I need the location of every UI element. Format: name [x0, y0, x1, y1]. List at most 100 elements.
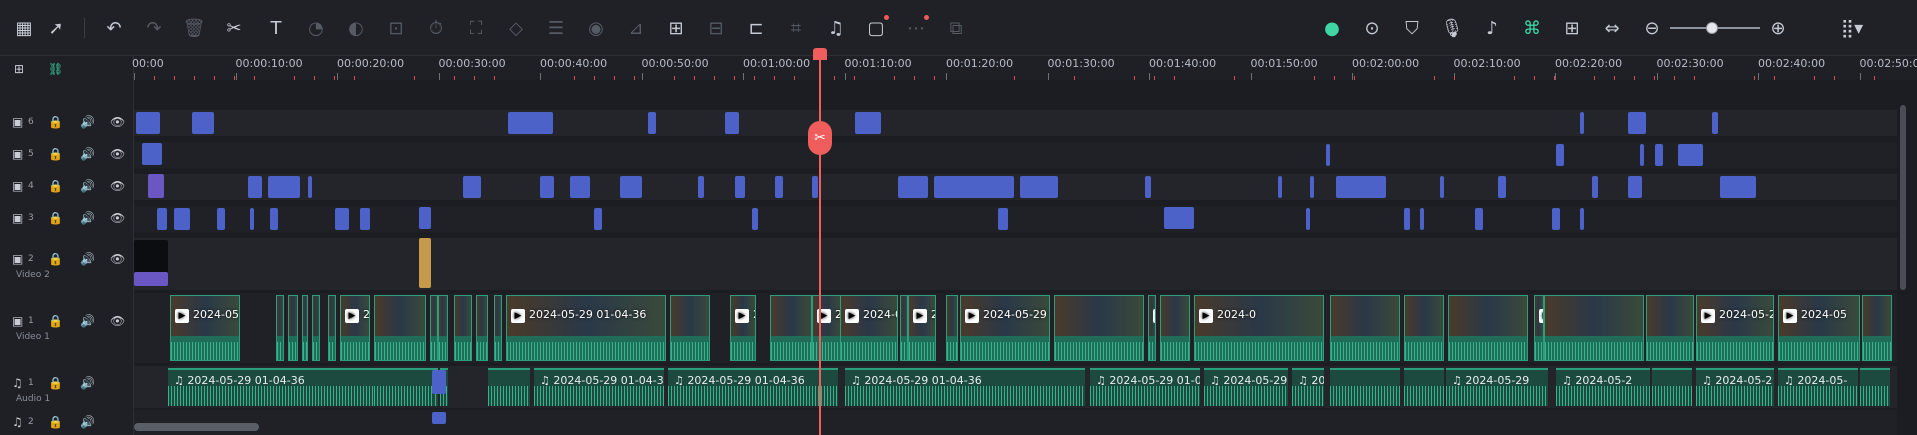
audio-clip[interactable]: ♫ 2024-05-29 01-04-36	[1090, 368, 1200, 406]
clip[interactable]	[540, 176, 554, 198]
select-arrow-icon[interactable]: ➚	[42, 14, 70, 42]
speed-icon[interactable]: ◔	[302, 14, 330, 42]
video-clip[interactable]	[770, 295, 812, 361]
lock-icon[interactable]: 🔒	[48, 147, 63, 161]
clip[interactable]	[1556, 144, 1564, 166]
zoom-slider-knob[interactable]	[1706, 22, 1718, 34]
audio-clip[interactable]: ♫ 2024-05-2	[1696, 368, 1774, 406]
audio-wave-icon[interactable]: ◉	[582, 14, 610, 42]
lock-icon[interactable]: 🔒	[48, 179, 63, 193]
video-clip[interactable]: ▶ 2024	[340, 295, 370, 361]
video-clip[interactable]	[476, 295, 488, 361]
audio-clip[interactable]: ♫ 2024-05-29 01-04-36	[845, 368, 1085, 406]
audio-clip[interactable]: ♫ 2024-05-29 01-04-36	[534, 368, 664, 406]
cut-icon[interactable]: ✂	[220, 14, 248, 42]
video-clip[interactable]: ▶20	[812, 295, 842, 361]
video-clip[interactable]	[1862, 295, 1892, 361]
keyframe-icon[interactable]: ⊞	[1558, 14, 1586, 42]
volume-icon[interactable]: 🔊	[80, 211, 95, 225]
clip[interactable]	[1336, 176, 1386, 198]
smart-scene-icon[interactable]: ⌘	[1518, 14, 1546, 42]
clip[interactable]	[752, 208, 758, 230]
audio-clip[interactable]: ♫ 2024-05-2	[1556, 368, 1650, 406]
clip[interactable]	[570, 176, 590, 198]
title-t-clip[interactable]	[136, 112, 160, 134]
video-clip[interactable]: ▶ 2024-05	[1778, 295, 1860, 361]
clip[interactable]	[1628, 176, 1642, 198]
clip[interactable]	[1498, 176, 1506, 198]
clip[interactable]	[508, 112, 553, 134]
adjust-icon[interactable]: ☰	[542, 14, 570, 42]
clip[interactable]	[192, 112, 214, 134]
volume-icon[interactable]: 🔊	[80, 147, 95, 161]
eye-icon[interactable]: 👁	[110, 179, 125, 193]
clip[interactable]	[648, 112, 656, 134]
audio-clip[interactable]: ♫ 2024-0	[1292, 368, 1324, 406]
volume-icon[interactable]: 🔊	[80, 314, 95, 328]
clip[interactable]	[1475, 208, 1483, 230]
clip[interactable]	[248, 176, 262, 198]
video-clip[interactable]	[1054, 295, 1144, 361]
lock-icon[interactable]: 🔒	[48, 252, 63, 266]
ai-voice-icon[interactable]: ⊟	[702, 14, 730, 42]
video-clip[interactable]	[276, 295, 284, 361]
tts-icon[interactable]: ⊞	[662, 14, 690, 42]
audio-clip[interactable]	[1404, 368, 1444, 406]
video-clip[interactable]	[1330, 295, 1400, 361]
audio-mixer-icon[interactable]: ♪	[1478, 14, 1506, 42]
clip[interactable]	[1145, 176, 1151, 198]
clip[interactable]	[1678, 144, 1703, 166]
clip[interactable]	[934, 176, 1014, 198]
lock-icon[interactable]: 🔒	[48, 314, 63, 328]
audio-clip[interactable]: ♫ 2024-05-29 01-04-36	[668, 368, 838, 406]
zoom-in-icon[interactable]: ⊕	[1764, 14, 1792, 42]
video-clip[interactable]	[288, 295, 298, 361]
ai-text-icon[interactable]: ⊡	[382, 14, 410, 42]
clip[interactable]	[432, 370, 446, 394]
video-clip[interactable]: ▶2024-0	[1148, 295, 1156, 361]
gold-clip[interactable]	[419, 238, 431, 288]
clip[interactable]	[1326, 144, 1330, 166]
undo-icon[interactable]: ↶	[100, 14, 128, 42]
clip[interactable]	[735, 176, 745, 198]
video-clip[interactable]	[302, 295, 308, 361]
playhead[interactable]	[819, 48, 821, 435]
clip[interactable]	[594, 208, 602, 230]
mask-icon[interactable]: ◇	[502, 14, 530, 42]
clip[interactable]	[1720, 176, 1756, 198]
video-clip[interactable]: ▶2024-05-29 01-04	[960, 295, 1050, 361]
beat-icon[interactable]: ♫	[822, 14, 850, 42]
mic-icon[interactable]: 🎙	[1438, 14, 1466, 42]
volume-icon[interactable]: 🔊	[80, 376, 95, 390]
clip[interactable]	[1655, 144, 1663, 166]
clip[interactable]	[998, 208, 1008, 230]
vertical-scrollbar[interactable]	[1900, 105, 1906, 290]
ai-mate-icon[interactable]: ●	[1318, 14, 1346, 42]
ai-caption-icon[interactable]: ⋯	[902, 14, 930, 42]
audio-clip[interactable]	[374, 368, 434, 406]
audio-clip[interactable]: ♫ 2024-05-29	[1446, 368, 1548, 406]
video-clip[interactable]	[312, 295, 320, 361]
delete-icon[interactable]: 🗑	[180, 14, 208, 42]
video-clip[interactable]	[1448, 295, 1528, 361]
video-clip[interactable]	[438, 295, 448, 361]
render-preview-icon[interactable]: ⊙	[1358, 14, 1386, 42]
video-clip[interactable]	[454, 295, 472, 361]
text-icon[interactable]: T	[262, 14, 290, 42]
lock-icon[interactable]: 🔒	[48, 115, 63, 129]
video-clip[interactable]	[374, 295, 426, 361]
clip[interactable]	[1404, 208, 1410, 230]
clip[interactable]	[335, 208, 349, 230]
video-clip[interactable]	[670, 295, 710, 361]
clip[interactable]	[1580, 112, 1584, 134]
layout-icon[interactable]: ▦	[10, 14, 38, 42]
clip[interactable]	[775, 176, 783, 198]
clip[interactable]	[268, 176, 300, 198]
video-clip[interactable]	[430, 295, 438, 361]
clip[interactable]	[1628, 112, 1646, 134]
track-lane[interactable]	[134, 410, 1897, 435]
video-clip[interactable]: ▶ 2024-05	[840, 295, 898, 361]
clip[interactable]	[463, 176, 481, 198]
volume-icon[interactable]: 🔊	[80, 179, 95, 193]
auto-reframe-icon[interactable]: ▢	[862, 14, 890, 42]
